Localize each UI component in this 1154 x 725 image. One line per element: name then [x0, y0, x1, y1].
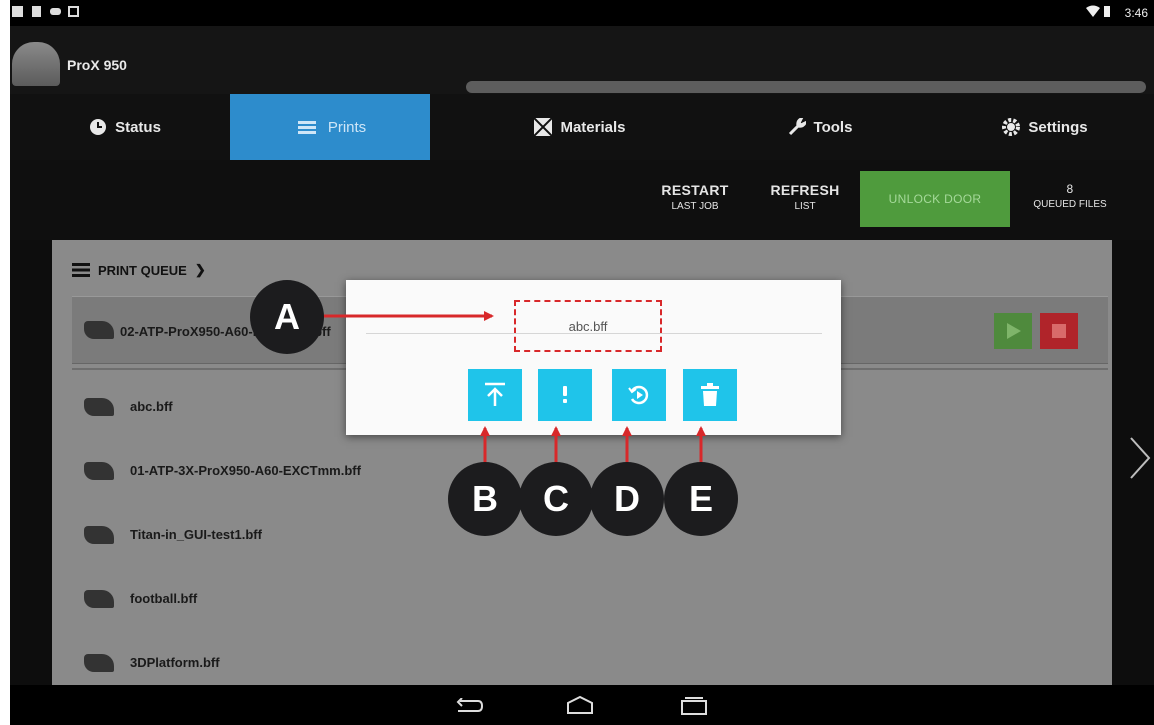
tab-tools-label: Tools [813, 118, 853, 136]
dialog-title-highlight: abc.bff [514, 300, 662, 352]
callout-e: E [664, 462, 738, 536]
job-progress-bar [466, 81, 1146, 93]
restart-last-job-button[interactable]: RESTART LAST JOB [655, 171, 735, 227]
tab-materials-label: Materials [560, 118, 626, 136]
battery-icon [1104, 6, 1110, 17]
status-bar: 3:46 [10, 0, 1154, 26]
part-file-icon [84, 398, 114, 416]
notification-icon [50, 8, 61, 15]
system-nav-bar [10, 685, 1154, 725]
delete-button[interactable] [683, 369, 737, 421]
callout-c: C [519, 462, 593, 536]
status-time: 3:46 [1124, 6, 1148, 20]
move-to-top-button[interactable] [468, 369, 522, 421]
queue-item-name: 01-ATP-3X-ProX950-A60-EXCTmm.bff [130, 463, 361, 478]
restart-line1: RESTART [661, 182, 729, 198]
queued-files-counter: 8 QUEUED FILES [1015, 171, 1125, 227]
trash-icon [701, 383, 719, 406]
queue-item-name: football.bff [130, 591, 198, 606]
tab-settings-label: Settings [1028, 118, 1088, 136]
refresh-line1: REFRESH [770, 182, 840, 198]
queue-item-name: abc.bff [130, 399, 173, 414]
action-bar: RESTART LAST JOB REFRESH LIST UNLOCK DOO… [10, 160, 1154, 240]
restart-line2: LAST JOB [671, 201, 719, 212]
print-queue-title: PRINT QUEUE [98, 262, 187, 278]
refresh-list-button[interactable]: REFRESH LIST [765, 171, 845, 227]
callout-b: B [448, 462, 522, 536]
queued-count: 8 [1066, 182, 1074, 196]
tab-settings[interactable]: Settings [985, 94, 1105, 160]
file-options-dialog: abc.bff [346, 280, 841, 435]
tab-prints-label: Prints [327, 118, 367, 136]
next-page-chevron-icon[interactable] [1128, 436, 1152, 480]
clock-icon [90, 119, 107, 135]
screenshot-icon [12, 6, 23, 17]
part-file-icon [84, 654, 114, 672]
sd-card-icon [32, 6, 41, 17]
unlock-door-button[interactable]: UNLOCK DOOR [860, 171, 1010, 227]
gear-icon [1002, 118, 1021, 136]
stop-button[interactable] [1040, 313, 1078, 349]
materials-icon [534, 118, 553, 136]
print-queue-header[interactable]: PRINT QUEUE ❯ [72, 262, 206, 278]
queue-item[interactable]: Titan-in_GUI-test1.bff [72, 520, 772, 550]
home-icon[interactable] [565, 695, 595, 715]
app-header: ProX 950 [10, 26, 1154, 94]
printer-logo [12, 42, 60, 86]
play-button[interactable] [994, 313, 1032, 349]
queue-item[interactable]: 3DPlatform.bff [72, 648, 772, 678]
dialog-separator [366, 333, 822, 334]
chevron-right-icon: ❯ [194, 262, 206, 277]
move-to-top-icon [485, 382, 505, 406]
info-icon [563, 386, 567, 403]
recent-apps-icon[interactable] [680, 696, 708, 716]
wifi-icon [1086, 5, 1100, 17]
checkbox-notification-icon [68, 6, 79, 17]
queue-item-name: Titan-in_GUI-test1.bff [130, 527, 262, 542]
queue-item-name: 3DPlatform.bff [130, 655, 220, 670]
queue-item[interactable]: football.bff [72, 584, 772, 614]
file-info-button[interactable] [538, 369, 592, 421]
part-file-icon [84, 590, 114, 608]
tab-tools[interactable]: Tools [770, 94, 870, 160]
hamburger-icon [72, 263, 90, 277]
unlock-label: UNLOCK DOOR [888, 192, 982, 206]
tab-status-label: Status [115, 118, 161, 136]
part-file-icon [84, 321, 114, 339]
tab-prints[interactable]: Prints [230, 94, 430, 160]
tab-status[interactable]: Status [60, 94, 190, 160]
wrench-icon [788, 118, 806, 136]
part-file-icon [84, 526, 114, 544]
dialog-title: abc.bff [568, 318, 608, 334]
list-icon [297, 121, 316, 134]
tablet-screen: 3:46 ProX 950 Status Prints Materials To… [10, 0, 1154, 725]
back-icon[interactable] [454, 698, 484, 714]
printer-name: ProX 950 [67, 57, 127, 73]
reprint-button[interactable] [612, 369, 666, 421]
queued-label: QUEUED FILES [1033, 199, 1107, 210]
callout-a: A [250, 280, 324, 354]
tab-materials[interactable]: Materials [510, 94, 650, 160]
part-file-icon [84, 462, 114, 480]
callout-d: D [590, 462, 664, 536]
reprint-icon [628, 385, 649, 405]
main-tabs: Status Prints Materials Tools Settings [10, 94, 1154, 160]
refresh-line2: LIST [794, 201, 816, 212]
